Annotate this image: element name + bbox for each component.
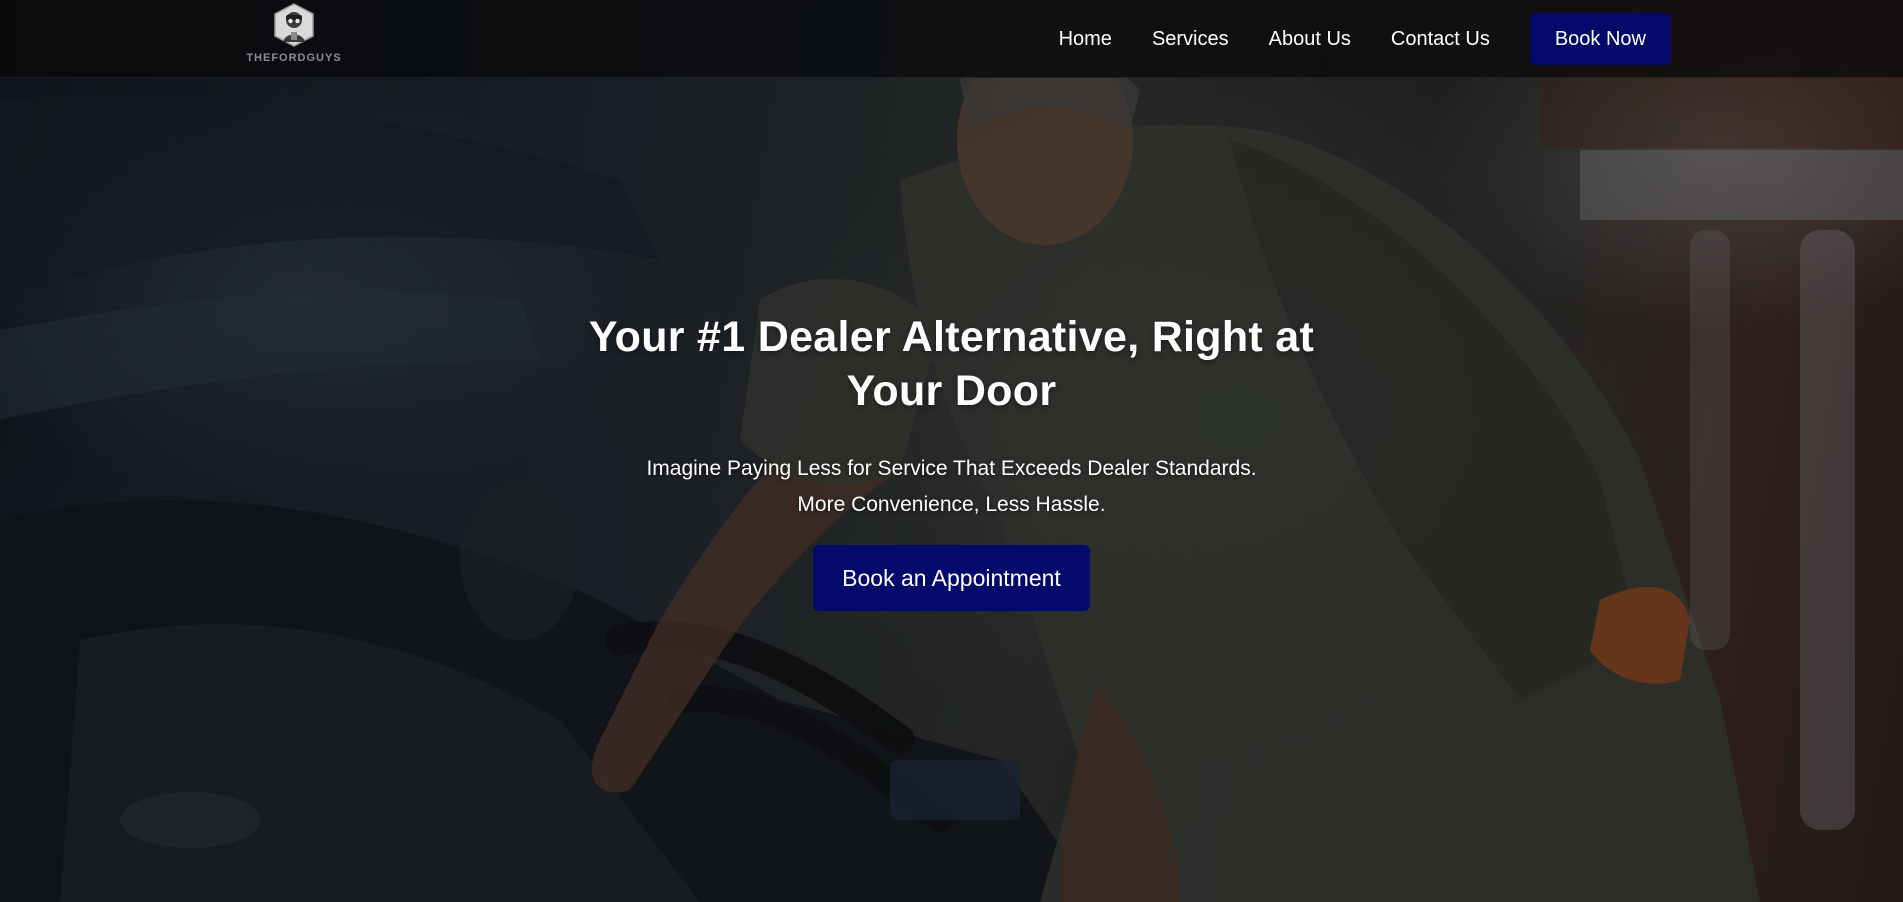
nav-about-us[interactable]: About Us	[1269, 13, 1351, 65]
site-logo[interactable]: THEFORDGUYS	[236, 2, 352, 68]
nav-home[interactable]: Home	[1059, 13, 1112, 65]
hero-content: Your #1 Dealer Alternative, Right at You…	[0, 310, 1903, 611]
book-now-button[interactable]: Book Now	[1529, 13, 1671, 65]
site-header: THEFORDGUYS Home Services About Us Conta…	[0, 0, 1903, 78]
hero-subtitle: Imagine Paying Less for Service That Exc…	[646, 451, 1256, 523]
logo-text: THEFORDGUYS	[246, 52, 342, 64]
landing-page: Your #1 Dealer Alternative, Right at You…	[0, 0, 1903, 902]
mechanic-logo-icon	[274, 3, 314, 47]
hero-subtitle-line-2: More Convenience, Less Hassle.	[797, 493, 1106, 516]
nav-contact-us[interactable]: Contact Us	[1391, 13, 1490, 65]
hero-subtitle-line-1: Imagine Paying Less for Service That Exc…	[646, 457, 1257, 480]
hero-title: Your #1 Dealer Alternative, Right at You…	[588, 313, 1315, 415]
nav-services[interactable]: Services	[1152, 13, 1229, 65]
main-nav: Home Services About Us Contact Us Book N…	[1059, 13, 1671, 65]
book-appointment-button[interactable]: Book an Appointment	[813, 545, 1090, 611]
